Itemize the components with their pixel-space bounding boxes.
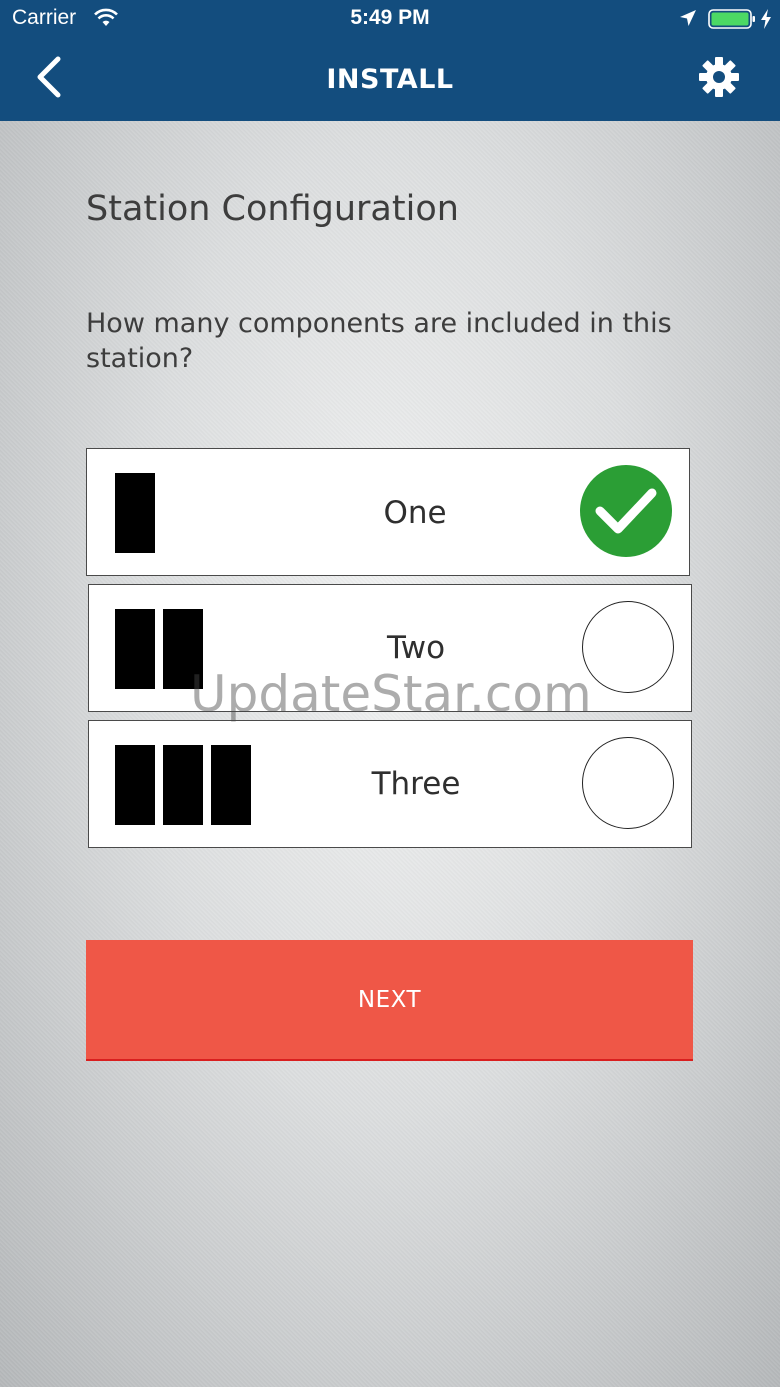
clock: 5:49 PM: [350, 6, 430, 29]
question-text: How many components are included in this…: [86, 308, 672, 374]
gear-icon[interactable]: [697, 55, 741, 99]
section-heading: Station Configuration: [86, 189, 459, 229]
next-button[interactable]: NEXT: [86, 940, 693, 1061]
checkmark-icon: [595, 488, 657, 534]
unselected-radio[interactable]: [582, 737, 674, 829]
unselected-radio[interactable]: [582, 601, 674, 693]
page-title: INSTALL: [326, 64, 454, 95]
battery-icon: [708, 9, 755, 29]
option-two[interactable]: Two: [88, 584, 692, 712]
top-bar: Carrier 5:49 PM INSTALL: [0, 0, 780, 121]
option-three[interactable]: Three: [88, 720, 692, 848]
location-arrow-icon: [680, 10, 696, 26]
option-one[interactable]: One: [86, 448, 690, 576]
charging-bolt-icon: [761, 9, 771, 29]
status-bar: Carrier 5:49 PM: [0, 0, 780, 40]
selected-radio[interactable]: [580, 465, 672, 557]
